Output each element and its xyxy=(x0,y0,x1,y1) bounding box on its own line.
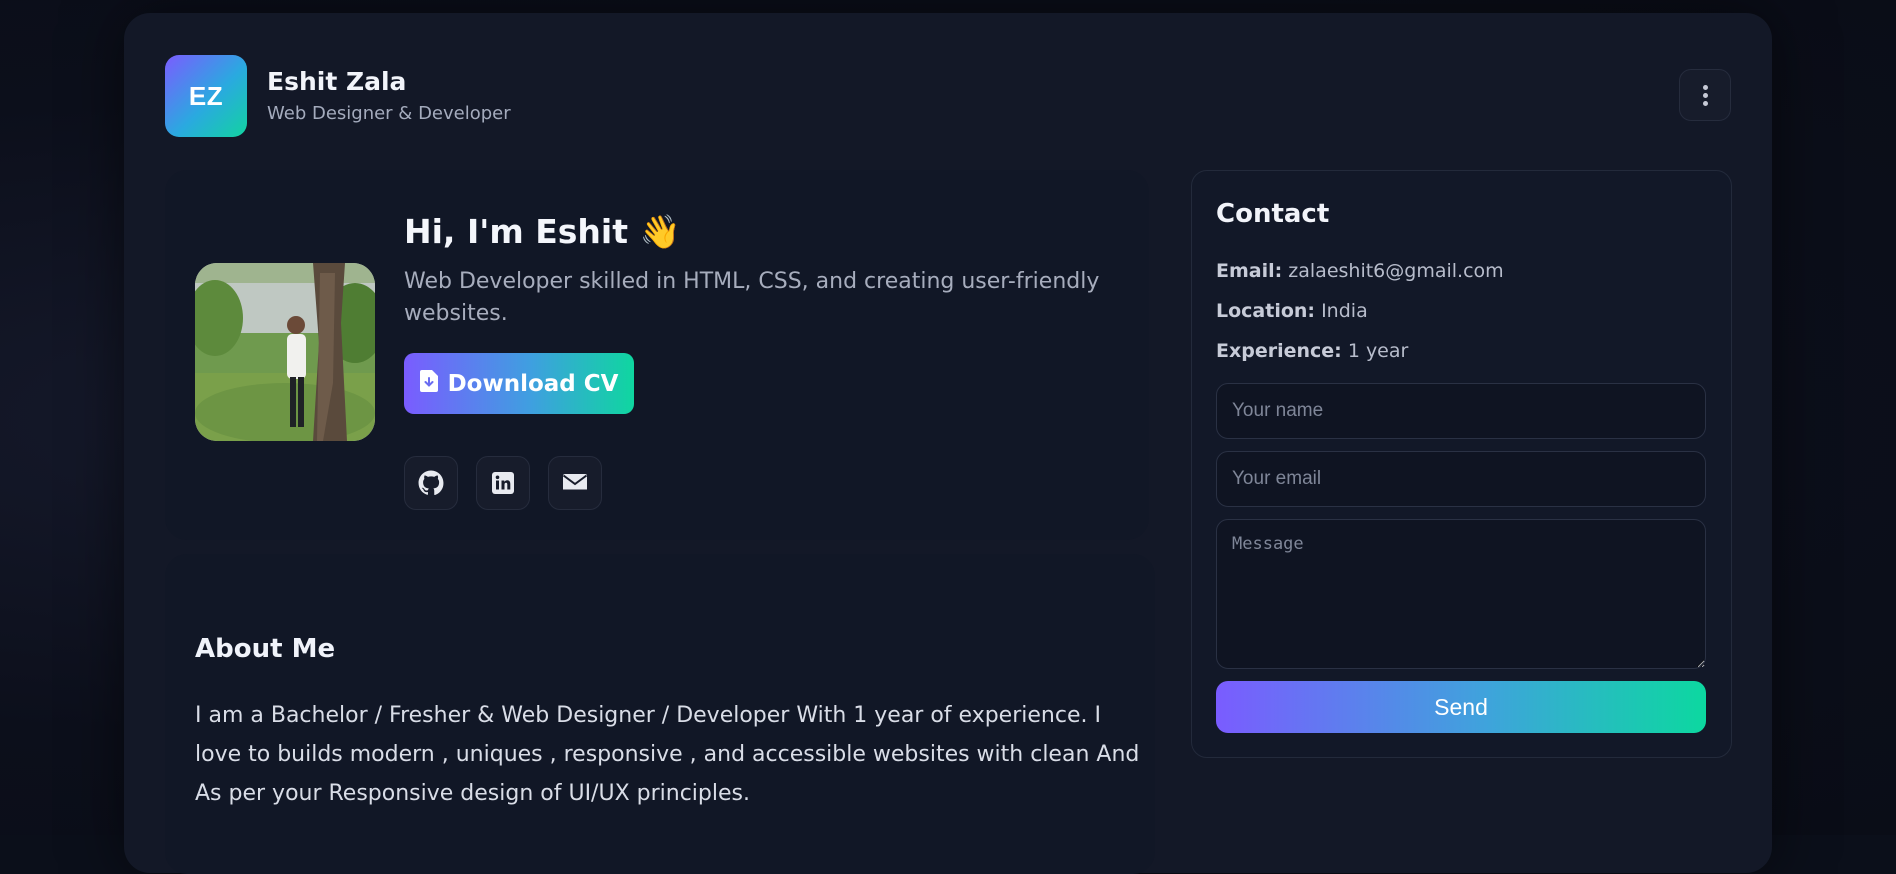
location-value: India xyxy=(1321,300,1368,322)
brand-role: Web Designer & Developer xyxy=(267,103,511,124)
linkedin-icon xyxy=(492,472,514,494)
logo-badge: EZ xyxy=(165,55,247,137)
github-link[interactable] xyxy=(404,456,458,510)
envelope-icon xyxy=(562,474,588,492)
about-text: I am a Bachelor / Fresher & Web Designer… xyxy=(195,703,1140,806)
about-title: About Me xyxy=(195,634,336,664)
contact-title: Contact xyxy=(1216,199,1330,229)
email-input[interactable] xyxy=(1216,451,1706,507)
download-cv-label: Download CV xyxy=(447,370,619,397)
contact-email-row: Email: zalaeshit6@gmail.com xyxy=(1216,260,1504,282)
more-vertical-icon xyxy=(1702,84,1708,90)
contact-card: Contact Email: zalaeshit6@gmail.com Loca… xyxy=(1191,170,1732,758)
email-link[interactable] xyxy=(548,456,602,510)
contact-location-row: Location: India xyxy=(1216,300,1368,322)
about-card: About Me I am a Bachelor / Fresher & Web… xyxy=(165,554,1155,874)
email-value: zalaeshit6@gmail.com xyxy=(1288,260,1504,282)
experience-label: Experience: xyxy=(1216,340,1342,362)
file-download-icon xyxy=(419,369,438,398)
social-links xyxy=(404,456,602,510)
name-input[interactable] xyxy=(1216,383,1706,439)
more-vertical-icon-dot xyxy=(1702,100,1708,106)
hero-title: Hi, I'm Eshit 👋 xyxy=(404,212,681,251)
menu-button[interactable] xyxy=(1679,69,1731,121)
hero-subtitle: Web Developer skilled in HTML, CSS, and … xyxy=(404,269,1100,326)
send-button[interactable]: Send xyxy=(1216,681,1706,733)
github-icon xyxy=(418,470,444,496)
location-label: Location: xyxy=(1216,300,1316,322)
download-cv-button[interactable]: Download CV xyxy=(404,353,634,414)
brand-name: Eshit Zala xyxy=(267,67,407,96)
linkedin-link[interactable] xyxy=(476,456,530,510)
hero-card: Hi, I'm Eshit 👋 Web Developer skilled in… xyxy=(165,170,1149,540)
experience-value: 1 year xyxy=(1347,340,1409,362)
site-header: EZ Eshit Zala Web Designer & Developer xyxy=(165,55,1731,137)
message-input[interactable] xyxy=(1216,519,1706,669)
profile-photo xyxy=(195,263,375,441)
page-container: EZ Eshit Zala Web Designer & Developer H… xyxy=(124,13,1772,874)
contact-experience-row: Experience: 1 year xyxy=(1216,340,1408,362)
email-label: Email: xyxy=(1216,260,1283,282)
more-vertical-icon-dot xyxy=(1702,92,1708,98)
